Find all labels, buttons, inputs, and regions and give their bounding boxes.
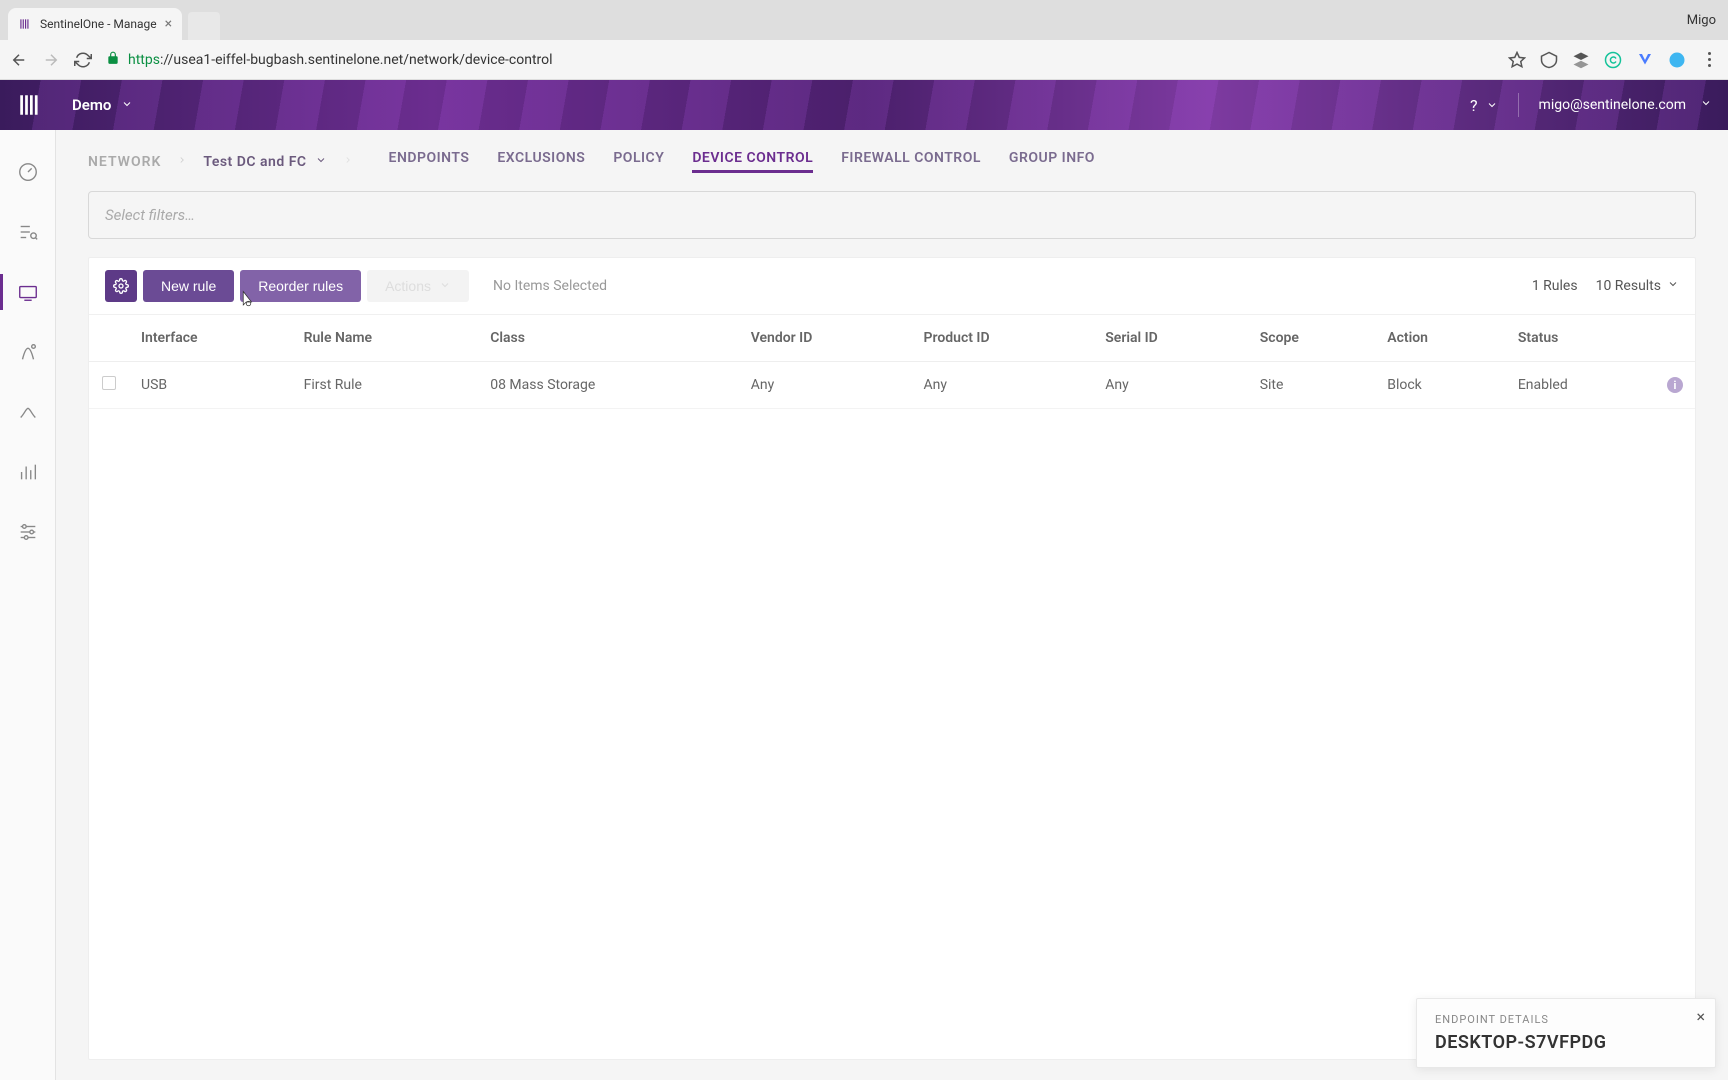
ext-v-icon[interactable] bbox=[1636, 51, 1654, 69]
star-icon[interactable] bbox=[1508, 51, 1526, 69]
row-checkbox[interactable] bbox=[102, 376, 116, 390]
results-label: 10 Results bbox=[1596, 278, 1661, 294]
col-status[interactable]: Status bbox=[1506, 315, 1655, 362]
gear-button[interactable] bbox=[105, 270, 137, 302]
cell-rule-name: First Rule bbox=[292, 362, 479, 409]
cell-product-id: Any bbox=[912, 362, 1094, 409]
grammarly-icon[interactable] bbox=[1604, 51, 1622, 69]
tab-exclusions[interactable]: EXCLUSIONS bbox=[497, 150, 585, 173]
cell-vendor-id: Any bbox=[739, 362, 912, 409]
browser-chrome: SentinelOne - Manage × Migo https://usea… bbox=[0, 0, 1728, 80]
reports-icon[interactable] bbox=[16, 460, 40, 484]
table-row[interactable]: USB First Rule 08 Mass Storage Any Any A… bbox=[89, 362, 1695, 409]
endpoint-details-toast[interactable]: × ENDPOINT DETAILS DESKTOP-S7VFPDG bbox=[1416, 998, 1716, 1068]
extension-icons bbox=[1540, 51, 1718, 69]
main-content: NETWORK Test DC and FC ENDPOINTS EXCLUSI… bbox=[56, 130, 1728, 1080]
close-icon[interactable]: × bbox=[165, 16, 172, 32]
cell-class: 08 Mass Storage bbox=[478, 362, 739, 409]
col-rule-name[interactable]: Rule Name bbox=[292, 315, 479, 362]
close-icon[interactable]: × bbox=[1696, 1007, 1705, 1026]
toast-label: ENDPOINT DETAILS bbox=[1435, 1013, 1697, 1026]
filter-input[interactable]: Select filters… bbox=[88, 191, 1696, 239]
chevron-right-icon bbox=[343, 152, 353, 172]
actions-dropdown: Actions bbox=[367, 270, 469, 302]
new-tab-button[interactable] bbox=[188, 12, 220, 40]
col-scope[interactable]: Scope bbox=[1248, 315, 1376, 362]
chevron-down-icon bbox=[121, 96, 133, 114]
cell-interface: USB bbox=[129, 362, 292, 409]
cell-scope: Site bbox=[1248, 362, 1376, 409]
cell-status: Enabled bbox=[1506, 362, 1655, 409]
search-list-icon[interactable] bbox=[16, 220, 40, 244]
url-path: ://usea1-eiffel-bugbash.sentinelone.net/… bbox=[160, 52, 553, 68]
tab-row: ENDPOINTS EXCLUSIONS POLICY DEVICE CONTR… bbox=[389, 150, 1095, 173]
user-email: migo@sentinelone.com bbox=[1539, 97, 1686, 113]
chevron-down-icon bbox=[1700, 97, 1712, 113]
help-menu[interactable]: ? bbox=[1470, 96, 1498, 115]
cell-action: Block bbox=[1375, 362, 1506, 409]
forward-button[interactable] bbox=[42, 51, 60, 69]
chevron-right-icon bbox=[177, 152, 187, 172]
buffer-icon[interactable] bbox=[1572, 51, 1590, 69]
col-serial-id[interactable]: Serial ID bbox=[1093, 315, 1247, 362]
tab-endpoints[interactable]: ENDPOINTS bbox=[389, 150, 470, 173]
new-rule-button[interactable]: New rule bbox=[143, 270, 234, 302]
incidents-icon[interactable] bbox=[16, 400, 40, 424]
chevron-down-icon bbox=[1667, 278, 1679, 294]
col-action[interactable]: Action bbox=[1375, 315, 1506, 362]
site-name: Demo bbox=[72, 96, 111, 114]
site-switcher[interactable]: Demo bbox=[72, 96, 133, 114]
actions-label: Actions bbox=[385, 278, 431, 294]
browser-profile[interactable]: Migo bbox=[1687, 0, 1716, 40]
browser-tab-bar: SentinelOne - Manage × Migo bbox=[0, 0, 1728, 40]
back-button[interactable] bbox=[10, 51, 28, 69]
browser-address-bar: https://usea1-eiffel-bugbash.sentinelone… bbox=[0, 40, 1728, 80]
selection-status: No Items Selected bbox=[493, 278, 607, 294]
sentinelone-favicon bbox=[18, 17, 32, 31]
sentinelone-logo[interactable] bbox=[16, 91, 44, 119]
kebab-menu-icon[interactable] bbox=[1700, 51, 1718, 69]
results-per-page[interactable]: 10 Results bbox=[1596, 278, 1679, 294]
browser-tab-title: SentinelOne - Manage bbox=[40, 17, 157, 31]
col-product-id[interactable]: Product ID bbox=[912, 315, 1094, 362]
col-interface[interactable]: Interface bbox=[129, 315, 292, 362]
user-menu[interactable]: migo@sentinelone.com bbox=[1539, 97, 1712, 113]
chevron-down-icon bbox=[315, 154, 327, 170]
rules-count: 1 Rules bbox=[1532, 278, 1578, 294]
app-header: Demo ? migo@sentinelone.com bbox=[0, 80, 1728, 130]
cell-serial-id: Any bbox=[1093, 362, 1247, 409]
col-class[interactable]: Class bbox=[478, 315, 739, 362]
info-icon[interactable]: i bbox=[1667, 377, 1683, 393]
lock-icon bbox=[106, 51, 120, 69]
tab-group-info[interactable]: GROUP INFO bbox=[1009, 150, 1095, 173]
rules-table: Interface Rule Name Class Vendor ID Prod… bbox=[89, 315, 1695, 409]
ext-chat-icon[interactable] bbox=[1668, 51, 1686, 69]
chevron-down-icon bbox=[439, 278, 451, 294]
url-scheme: https bbox=[128, 52, 160, 68]
dashboard-icon[interactable] bbox=[16, 160, 40, 184]
url-field[interactable]: https://usea1-eiffel-bugbash.sentinelone… bbox=[106, 51, 1494, 69]
tab-policy[interactable]: POLICY bbox=[613, 150, 664, 173]
browser-tab[interactable]: SentinelOne - Manage × bbox=[8, 8, 182, 40]
side-rail bbox=[0, 130, 56, 1080]
toast-title: DESKTOP-S7VFPDG bbox=[1435, 1032, 1697, 1053]
reload-button[interactable] bbox=[74, 51, 92, 69]
help-label: ? bbox=[1470, 96, 1478, 115]
breadcrumb-root[interactable]: NETWORK bbox=[88, 154, 161, 170]
scope-switcher[interactable]: Test DC and FC bbox=[203, 154, 326, 170]
tab-device-control[interactable]: DEVICE CONTROL bbox=[692, 150, 813, 173]
col-vendor-id[interactable]: Vendor ID bbox=[739, 315, 912, 362]
scope-name: Test DC and FC bbox=[203, 154, 306, 170]
rules-toolbar: New rule Reorder rules Actions No Items … bbox=[89, 258, 1695, 315]
network-icon[interactable] bbox=[16, 280, 40, 304]
chevron-down-icon bbox=[1486, 96, 1498, 115]
divider bbox=[1518, 93, 1519, 117]
pocket-icon[interactable] bbox=[1540, 51, 1558, 69]
settings-icon[interactable] bbox=[16, 520, 40, 544]
activity-icon[interactable] bbox=[16, 340, 40, 364]
rules-panel: New rule Reorder rules Actions No Items … bbox=[88, 257, 1696, 1060]
reorder-rules-button[interactable]: Reorder rules bbox=[240, 270, 361, 302]
tab-firewall-control[interactable]: FIREWALL CONTROL bbox=[841, 150, 981, 173]
